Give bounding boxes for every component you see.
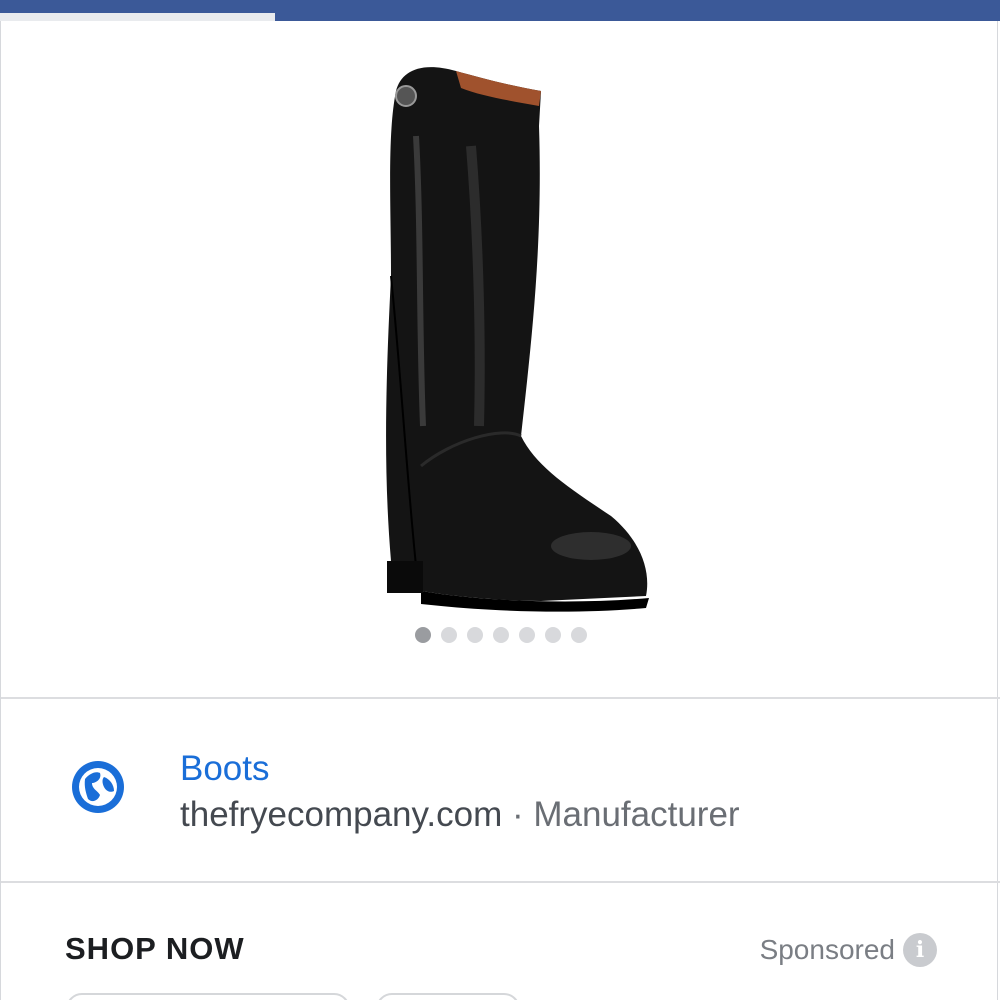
action-button-outline[interactable]: [376, 993, 520, 1000]
carousel-dot[interactable]: [441, 627, 457, 643]
link-preview[interactable]: Boots thefryecompany.com · Manufacturer: [0, 699, 1000, 881]
carousel-dot[interactable]: [415, 627, 431, 643]
page: Boots thefryecompany.com · Manufacturer …: [0, 0, 1000, 1000]
product-media[interactable]: [1, 21, 997, 697]
link-domain: thefryecompany.com: [180, 795, 503, 834]
ad-footer: SHOP NOW Sponsored i: [0, 883, 1000, 1000]
link-title[interactable]: Boots: [180, 749, 270, 789]
carousel-dot[interactable]: [467, 627, 483, 643]
carousel-dot[interactable]: [519, 627, 535, 643]
link-source: thefryecompany.com · Manufacturer: [180, 795, 740, 835]
link-separator: ·: [502, 795, 534, 834]
ad-card[interactable]: Boots thefryecompany.com · Manufacturer …: [0, 21, 1000, 1000]
top-progress-bar: [0, 0, 1000, 21]
boot-image[interactable]: [361, 46, 661, 616]
action-button-outline[interactable]: [66, 993, 350, 1000]
info-icon[interactable]: i: [903, 933, 937, 967]
carousel-indicator[interactable]: [1, 627, 1000, 643]
carousel-dot[interactable]: [571, 627, 587, 643]
globe-icon: [72, 761, 124, 813]
shop-now-button[interactable]: SHOP NOW: [65, 931, 245, 967]
link-category: Manufacturer: [533, 795, 740, 834]
sponsored-label: Sponsored: [759, 934, 895, 965]
carousel-dot[interactable]: [493, 627, 509, 643]
progress-remaining: [0, 13, 275, 21]
carousel-dot[interactable]: [545, 627, 561, 643]
